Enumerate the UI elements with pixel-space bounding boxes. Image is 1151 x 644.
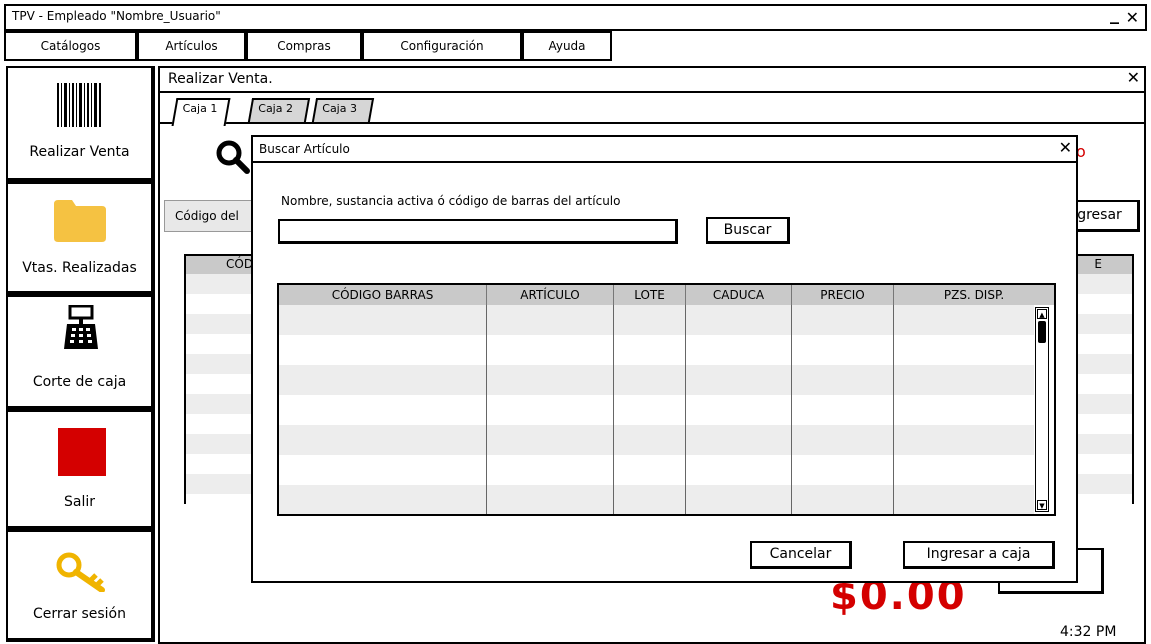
sidebar-item-vtas-realizadas[interactable]: Vtas. Realizadas [6, 182, 155, 295]
tab-label: Caja 2 [258, 102, 293, 115]
menu-ayuda[interactable]: Ayuda [522, 31, 612, 61]
buscar-articulo-dialog: Buscar Artículo ✕ Nombre, sustancia acti… [251, 135, 1078, 583]
column-divider [486, 305, 487, 514]
tab-caja-1[interactable]: Caja 1 [171, 98, 231, 126]
sidebar-item-realizar-venta[interactable]: Realizar Venta [6, 66, 155, 182]
scroll-thumb[interactable] [1038, 321, 1046, 343]
menu-catalogos[interactable]: Catálogos [4, 31, 137, 61]
column-header[interactable]: PRECIO [792, 285, 894, 305]
red-square-icon [58, 428, 106, 476]
key-icon [56, 552, 105, 592]
sidebar-item-label: Salir [63, 494, 95, 510]
column-header[interactable]: LOTE [614, 285, 686, 305]
buscar-button[interactable]: Buscar [706, 217, 790, 244]
sidebar-item-label: Vtas. Realizadas [22, 260, 137, 276]
column-divider [685, 305, 686, 514]
menu-articulos[interactable]: Artículos [137, 31, 246, 61]
grid-scrollbar[interactable]: ▲ ▼ [1035, 307, 1049, 512]
status-time: 4:32 PM [1060, 624, 1117, 640]
search-input[interactable] [278, 219, 678, 244]
column-header[interactable]: PZS. DISP. [894, 285, 1054, 305]
column-header[interactable]: ARTÍCULO [487, 285, 614, 305]
folder-icon [54, 200, 106, 242]
window-title: Realizar Venta. [168, 71, 273, 87]
window-header: Realizar Venta. ✕ [160, 68, 1144, 93]
tab-label: Caja 1 [182, 102, 218, 115]
barcode-icon [57, 83, 101, 127]
ingresar-a-caja-button[interactable]: Ingresar a caja [903, 541, 1055, 569]
menu-compras[interactable]: Compras [246, 31, 362, 61]
dialog-header: Buscar Artículo ✕ [253, 137, 1076, 163]
sidebar-item-salir[interactable]: Salir [6, 410, 155, 530]
close-icon[interactable]: ✕ [1059, 138, 1072, 157]
title-bar: TPV - Empleado "Nombre_Usuario" _ ✕ [4, 4, 1147, 31]
minimize-icon[interactable]: _ [1110, 4, 1119, 26]
close-icon[interactable]: ✕ [1127, 68, 1140, 87]
grid-body [279, 305, 1034, 514]
tabs-divider [160, 122, 1144, 124]
close-icon[interactable]: ✕ [1126, 8, 1139, 27]
sidebar-item-cerrar-sesion[interactable]: Cerrar sesión [6, 530, 155, 642]
dialog-title: Buscar Artículo [259, 142, 350, 156]
column-divider [791, 305, 792, 514]
search-label: Nombre, sustancia activa ó código de bar… [281, 194, 621, 208]
search-icon [216, 140, 250, 174]
cash-register-icon [64, 305, 98, 349]
codigo-field-label: Código del [164, 200, 264, 232]
scroll-up-icon[interactable]: ▲ [1037, 309, 1047, 319]
column-divider [613, 305, 614, 514]
cart-column-header: E [1094, 257, 1102, 271]
column-divider [893, 305, 894, 514]
column-header[interactable]: CÓDIGO BARRAS [279, 285, 487, 305]
cancelar-button[interactable]: Cancelar [750, 541, 852, 569]
sidebar-item-corte-de-caja[interactable]: Corte de caja [6, 295, 155, 410]
scroll-down-icon[interactable]: ▼ [1037, 500, 1047, 510]
tab-caja-3[interactable]: Caja 3 [311, 98, 375, 122]
sidebar-item-label: Corte de caja [32, 374, 127, 390]
app-title: TPV - Empleado "Nombre_Usuario" [12, 9, 221, 23]
tab-label: Caja 3 [322, 102, 357, 115]
articles-grid: CÓDIGO BARRAS ARTÍCULO LOTE CADUCA PRECI… [277, 283, 1056, 516]
column-header[interactable]: CADUCA [686, 285, 792, 305]
sidebar-item-label: Realizar Venta [29, 144, 130, 160]
menu-configuracion[interactable]: Configuración [362, 31, 522, 61]
cart-column-header: CÓD [226, 257, 254, 271]
tab-caja-2[interactable]: Caja 2 [247, 98, 311, 122]
sidebar-item-label: Cerrar sesión [33, 606, 126, 622]
